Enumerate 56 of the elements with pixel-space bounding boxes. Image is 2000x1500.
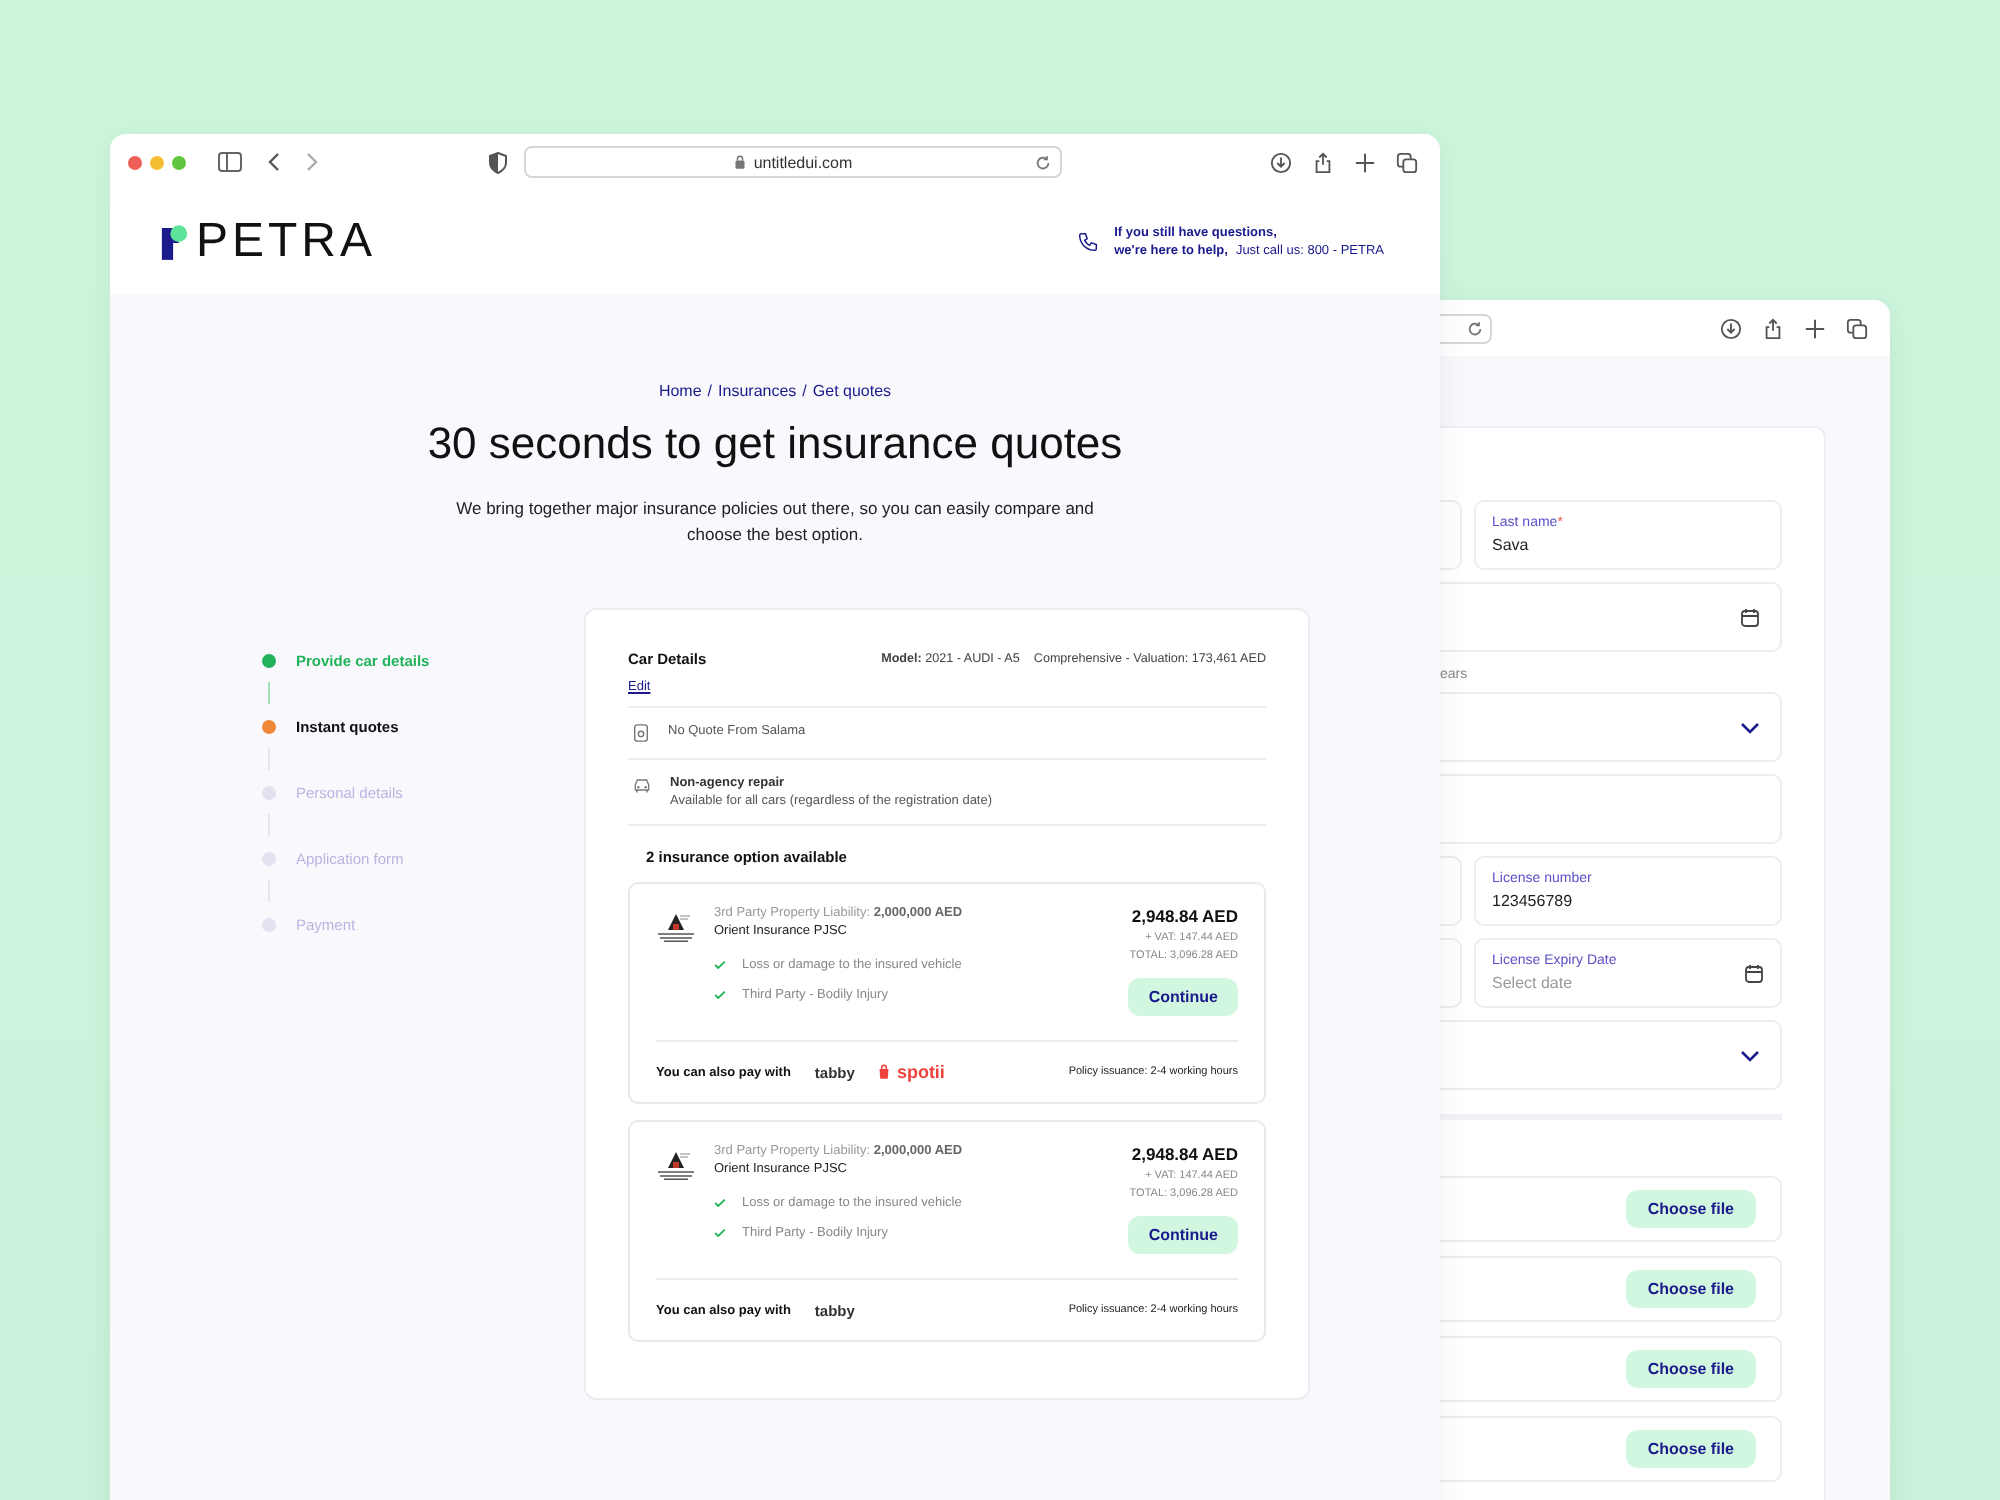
tabs-icon[interactable]: [1396, 151, 1418, 173]
input-field[interactable]: [1440, 774, 1782, 844]
breadcrumb-separator: /: [707, 382, 713, 400]
select-field[interactable]: [1440, 692, 1782, 762]
field-value: 123456789: [1492, 892, 1575, 910]
logo-text: PETRA: [196, 214, 377, 270]
select-field[interactable]: [1440, 1020, 1782, 1090]
breadcrumb-link[interactable]: Get quotes: [812, 382, 892, 400]
car-icon: [632, 776, 652, 794]
continue-button[interactable]: Continue: [1128, 978, 1238, 1016]
check-icon: [714, 960, 726, 970]
lock-icon: [733, 154, 746, 170]
reload-icon[interactable]: [1466, 319, 1484, 337]
address-bar[interactable]: untitledui.com: [524, 146, 1062, 178]
chevron-down-icon: [1740, 1049, 1760, 1061]
address-bar[interactable]: [1440, 313, 1492, 343]
sidebar-icon[interactable]: [218, 152, 242, 172]
choose-file-button[interactable]: Choose file: [1625, 1270, 1756, 1308]
check-icon: [714, 990, 726, 1000]
breadcrumb-separator: /: [802, 382, 807, 400]
share-icon[interactable]: [1312, 151, 1334, 173]
breadcrumb-link[interactable]: Home: [658, 382, 702, 400]
shield-icon[interactable]: [488, 151, 508, 173]
bag-icon: [878, 1064, 891, 1080]
check-icon: [714, 1228, 726, 1238]
breadcrumb-link[interactable]: Insurances: [718, 382, 797, 400]
insurer-logo-icon: [656, 1150, 696, 1182]
plus-icon[interactable]: [1804, 317, 1826, 339]
page-title: 30 seconds to get insurance quotes: [427, 418, 1123, 470]
choose-file-button[interactable]: Choose file: [1625, 1190, 1756, 1228]
date-field[interactable]: [1440, 582, 1782, 652]
download-icon[interactable]: [1270, 151, 1292, 173]
phone-icon: [1078, 232, 1099, 252]
continue-button[interactable]: Continue: [1128, 1216, 1238, 1254]
calendar-icon: [1744, 963, 1764, 983]
chevron-down-icon: [1740, 721, 1760, 733]
price: 2,948.84 AED: [1131, 1144, 1238, 1164]
page-subtitle: We bring together major insurance policies out there, so you can easily compare and choose the best option.: [454, 496, 1096, 548]
insurer-logo-icon: [656, 912, 696, 944]
download-icon[interactable]: [1720, 317, 1742, 339]
choose-file-button[interactable]: Choose file: [1625, 1430, 1756, 1468]
url-text: untitledui.com: [753, 153, 853, 171]
choose-file-button[interactable]: Choose file: [1625, 1350, 1756, 1388]
field-placeholder: Select date: [1492, 974, 1575, 992]
payment-logo: spotii: [878, 1062, 945, 1082]
price: 2,948.84 AED: [1131, 906, 1238, 926]
field-value: Sava: [1492, 536, 1531, 554]
logo-icon: [160, 223, 190, 261]
plus-icon[interactable]: [1354, 151, 1376, 173]
check-icon: [714, 1198, 726, 1208]
tabs-icon[interactable]: [1846, 317, 1868, 339]
reload-icon[interactable]: [1034, 154, 1052, 172]
share-icon[interactable]: [1762, 317, 1784, 339]
document-icon: [632, 724, 650, 742]
calendar-icon: [1740, 607, 1760, 627]
close-icon[interactable]: [128, 155, 142, 169]
